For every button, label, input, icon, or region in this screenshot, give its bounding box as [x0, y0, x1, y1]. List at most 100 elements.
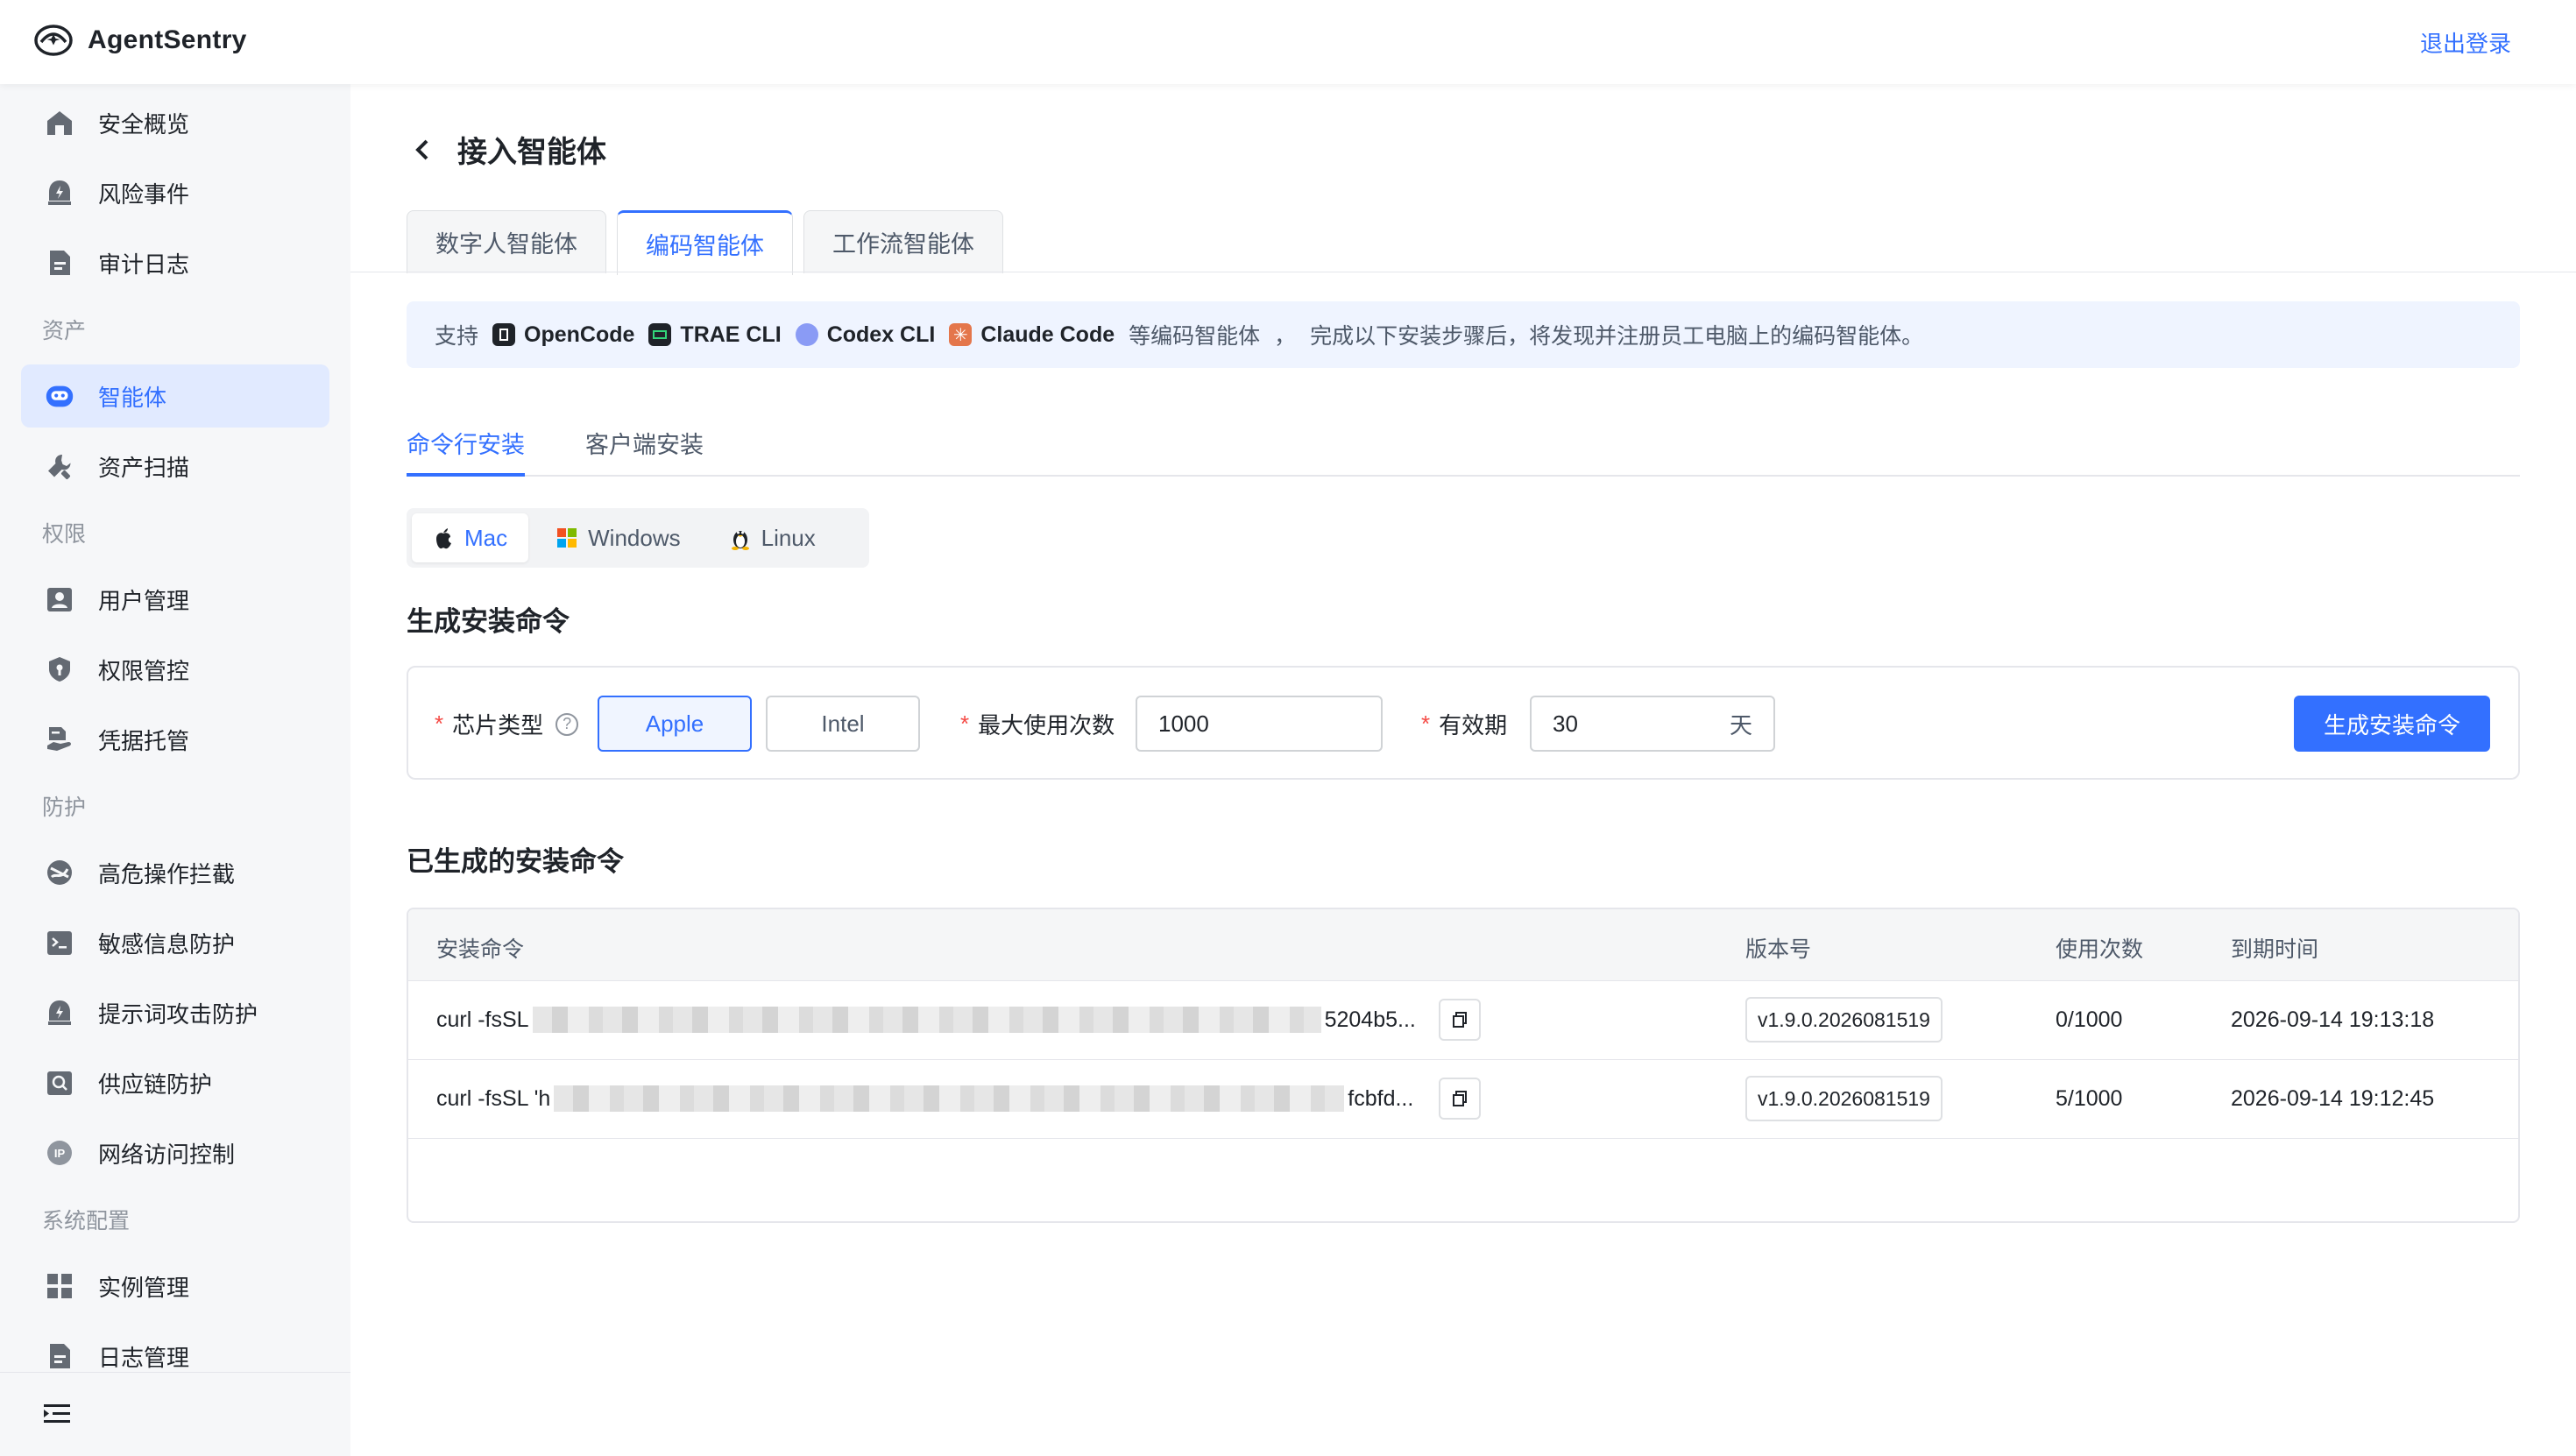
linux-icon: [731, 531, 749, 550]
sidebar-group-system: 系统配置: [42, 1209, 131, 1233]
sidebar-item-label: 风险事件: [98, 180, 190, 208]
sidebar-item-audit-log[interactable]: 审计日志: [21, 231, 329, 294]
sidebar-item-overview[interactable]: 安全概览: [21, 91, 329, 154]
copy-button[interactable]: [1439, 1078, 1481, 1120]
sidebar-item-label: 提示词攻击防护: [98, 1000, 258, 1028]
chip-intel-option[interactable]: Intel: [766, 696, 920, 752]
generate-command-button[interactable]: 生成安装命令: [2294, 696, 2490, 752]
sidebar-item-asset-scan[interactable]: 资产扫描: [21, 435, 329, 498]
brand-label: Codex CLI: [826, 322, 936, 347]
install-command-text[interactable]: curl -fsSL 'h fcbfd...: [436, 1085, 1413, 1112]
sidebar-item-sensitive-info[interactable]: 敏感信息防护: [21, 911, 329, 974]
sidebar-item-label: 审计日志: [98, 251, 190, 278]
sidebar-item-instance-management[interactable]: 实例管理: [21, 1255, 329, 1318]
logout-link[interactable]: 退出登录: [2420, 26, 2511, 59]
banner-prefix: 支持: [435, 324, 479, 349]
sidebar-item-label: 资产扫描: [98, 454, 190, 481]
os-linux[interactable]: Linux: [709, 513, 837, 562]
tab-workflow-agent[interactable]: 工作流智能体: [803, 210, 1003, 273]
terminal-icon: [44, 927, 75, 958]
sidebar-item-prompt-attack[interactable]: 提示词攻击防护: [21, 981, 329, 1044]
masked-command: [554, 1085, 1345, 1112]
home-icon: [44, 107, 75, 138]
os-selector: Mac Windows Linux: [407, 508, 869, 568]
sidebar-item-label: 供应链防护: [98, 1071, 213, 1098]
tab-digital-human-agent[interactable]: 数字人智能体: [407, 210, 606, 273]
user-card-icon: [44, 583, 75, 615]
brand-label: OpenCode: [524, 322, 635, 347]
app-logo[interactable]: AgentSentry: [33, 23, 247, 58]
tab-cli-install[interactable]: 命令行安装: [407, 405, 525, 477]
brand-opencode: OpenCode: [492, 322, 634, 348]
main-content: 接入智能体 数字人智能体 编码智能体 工作流智能体 支持 OpenCode TR…: [350, 84, 2576, 1456]
back-button[interactable]: [407, 134, 438, 166]
windows-icon: [557, 528, 577, 548]
generate-section-title: 生成安装命令: [407, 606, 570, 637]
sidebar-item-permission-control[interactable]: 权限管控: [21, 638, 329, 701]
sidebar-item-dangerous-op-block[interactable]: 高危操作拦截: [21, 841, 329, 904]
brand-codex-cli: Codex CLI: [795, 322, 936, 348]
version-tag: v1.9.0.2026081519: [1745, 1076, 1943, 1121]
credential-icon: [44, 724, 75, 755]
sidebar-footer: [0, 1372, 350, 1456]
table-header: 安装命令 版本号 使用次数 到期时间: [408, 909, 2518, 981]
sidebar-item-user-management[interactable]: 用户管理: [21, 568, 329, 631]
sidebar-item-credential-custody[interactable]: 凭据托管: [21, 708, 329, 771]
wrench-icon: [44, 450, 75, 482]
help-icon[interactable]: ?: [556, 712, 579, 736]
shield-icon: [44, 654, 75, 685]
max-uses-label: * 最大使用次数: [960, 710, 1115, 739]
generated-section-title: 已生成的安装命令: [407, 846, 624, 877]
os-mac[interactable]: Mac: [412, 513, 529, 562]
install-command-text[interactable]: curl -fsSL 5204b5...: [436, 1007, 1416, 1033]
grid-icon: [44, 1270, 75, 1302]
sidebar-item-label: 日志管理: [98, 1344, 190, 1371]
sidebar-group-assets: 资产: [42, 319, 87, 343]
max-uses-input[interactable]: 1000: [1136, 696, 1383, 752]
sidebar-group-permission: 权限: [42, 522, 87, 547]
sidebar-item-label: 用户管理: [98, 587, 190, 614]
expire-time: 2026-09-14 19:13:18: [2231, 1007, 2435, 1032]
codex-icon: [795, 323, 818, 346]
copy-button[interactable]: [1439, 999, 1481, 1041]
sidebar-item-label: 安全概览: [98, 110, 190, 138]
info-banner: 支持 OpenCode TRAE CLI Codex CLI ✳ Claude …: [407, 301, 2520, 368]
sidebar-item-label: 权限管控: [98, 657, 190, 684]
validity-unit: 天: [1729, 711, 1752, 739]
sidebar-item-supply-chain[interactable]: 供应链防护: [21, 1051, 329, 1114]
sidebar-item-label: 凭据托管: [98, 727, 190, 754]
os-label: Mac: [464, 524, 508, 551]
banner-separator: ，: [1274, 324, 1297, 349]
tab-client-install[interactable]: 客户端安装: [585, 405, 704, 477]
top-header: AgentSentry 退出登录: [0, 0, 2576, 84]
os-label: Linux: [761, 524, 816, 551]
page-header: 接入智能体: [407, 128, 606, 171]
document-icon: [44, 247, 75, 279]
claude-icon: ✳: [949, 323, 973, 346]
validity-input[interactable]: 30 天: [1530, 696, 1775, 752]
tab-coding-agent[interactable]: 编码智能体: [617, 210, 793, 275]
masked-command: [532, 1007, 1321, 1033]
sidebar-item-network-access[interactable]: IP 网络访问控制: [21, 1121, 329, 1184]
page-title: 接入智能体: [457, 136, 606, 169]
sidebar-item-agents[interactable]: 智能体: [21, 364, 329, 428]
copy-icon: [1453, 1012, 1467, 1028]
collapse-menu-icon[interactable]: [42, 1401, 72, 1427]
svg-text:IP: IP: [54, 1147, 66, 1160]
robot-icon: [44, 380, 75, 412]
validity-label: * 有效期: [1421, 710, 1508, 739]
os-windows[interactable]: Windows: [535, 513, 701, 562]
col-install-command: 安装命令: [436, 937, 525, 962]
logo-icon: [34, 25, 73, 56]
copy-icon: [1453, 1091, 1467, 1106]
sidebar-item-label: 智能体: [98, 384, 167, 411]
expire-time: 2026-09-14 19:12:45: [2231, 1086, 2435, 1111]
os-label: Windows: [588, 524, 681, 551]
apple-icon: [436, 528, 451, 549]
sidebar-item-risk-events[interactable]: 风险事件: [21, 161, 329, 224]
app-name: AgentSentry: [88, 25, 247, 54]
chip-apple-option[interactable]: Apple: [598, 696, 752, 752]
agent-type-tabs: 数字人智能体 编码智能体 工作流智能体: [407, 210, 1003, 275]
document-icon: [44, 1340, 75, 1372]
sidebar-item-label: 网络访问控制: [98, 1141, 236, 1168]
